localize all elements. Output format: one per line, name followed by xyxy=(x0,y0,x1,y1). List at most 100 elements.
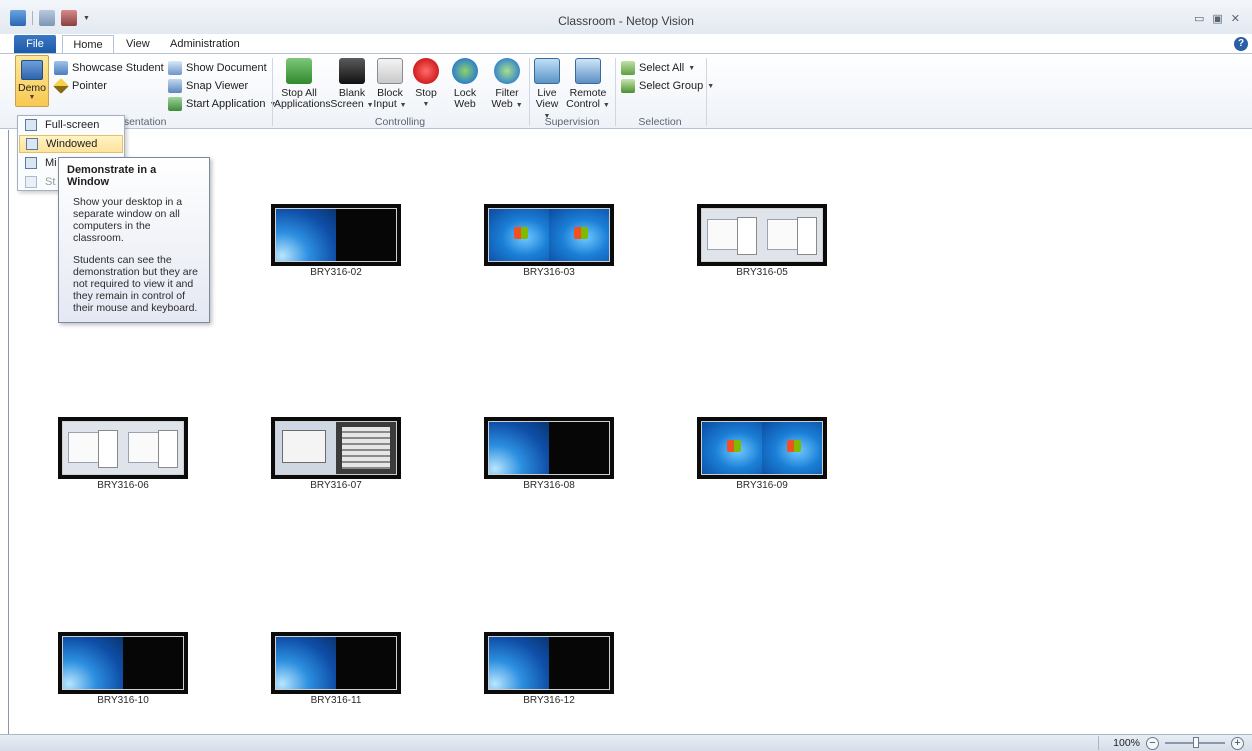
status-separator xyxy=(1098,736,1100,750)
computer-screen-thumbnail[interactable] xyxy=(271,417,401,479)
stop-all-label-2: Applications xyxy=(274,98,331,110)
filter-web-button[interactable]: Filter Web ▼ xyxy=(490,58,524,111)
computer-tile[interactable]: BRY316-03 xyxy=(484,204,614,278)
zoom-level[interactable]: 100% xyxy=(1113,737,1140,749)
demo-monitor-icon xyxy=(21,60,43,80)
ribbon: Showcase Student ▼ Pointer Show Document… xyxy=(0,53,1252,129)
remote-control-icon xyxy=(575,58,601,84)
computer-name: BRY316-09 xyxy=(736,480,788,491)
help-icon[interactable]: ? xyxy=(1234,37,1248,51)
tab-file[interactable]: File xyxy=(14,35,56,53)
windowed-icon xyxy=(26,138,38,150)
netop-vision-window: ▼ Classroom - Netop Vision ▭ ▣ ✕ File Ho… xyxy=(0,0,1252,751)
restore-icon[interactable]: ▣ xyxy=(1212,12,1222,25)
computer-tile[interactable]: BRY316-07 xyxy=(271,417,401,491)
computer-screen-thumbnail[interactable] xyxy=(484,417,614,479)
ribbon-tabs: File Home View Administration xyxy=(0,35,1252,53)
computer-name: BRY316-10 xyxy=(97,695,149,706)
stop-icon xyxy=(413,58,439,84)
computer-tile[interactable]: BRY316-06 xyxy=(58,417,188,491)
blank-screen-button[interactable]: Blank Screen ▼ xyxy=(330,58,374,111)
pointer-button[interactable]: Pointer xyxy=(53,78,107,94)
title-bar: ▼ Classroom - Netop Vision ▭ ▣ ✕ xyxy=(0,0,1252,34)
computer-screen-thumbnail[interactable] xyxy=(271,204,401,266)
menu-item-label: Mi xyxy=(45,157,57,169)
stop-all-applications-icon xyxy=(286,58,312,84)
start-application-label: Start Application xyxy=(186,98,266,110)
start-application-button[interactable]: Start Application ▼ xyxy=(168,96,276,112)
show-document-icon xyxy=(168,61,182,75)
computer-tile[interactable]: BRY316-08 xyxy=(484,417,614,491)
computer-name: BRY316-05 xyxy=(736,267,788,278)
group-label-controlling: Controlling xyxy=(374,116,426,128)
block-input-button[interactable]: Block Input ▼ xyxy=(372,58,408,111)
live-view-icon xyxy=(534,58,560,84)
computer-name: BRY316-07 xyxy=(310,480,362,491)
window-controls: ▭ ▣ ✕ xyxy=(1194,12,1240,25)
computer-name: BRY316-03 xyxy=(523,267,575,278)
close-icon[interactable]: ✕ xyxy=(1231,12,1240,25)
group-separator xyxy=(272,58,273,126)
show-document-label: Show Document xyxy=(186,62,267,74)
group-separator xyxy=(706,58,707,126)
stop-button[interactable]: Stop ▼ xyxy=(412,58,440,110)
chevron-down-icon: ▼ xyxy=(707,82,715,90)
zoom-slider[interactable] xyxy=(1165,737,1225,748)
lock-keyboard-icon xyxy=(377,58,403,84)
demo-button[interactable]: Demo ▼ xyxy=(15,55,49,107)
zoom-out-icon[interactable]: − xyxy=(1146,736,1159,750)
computer-tile[interactable]: BRY316-05 xyxy=(697,204,827,278)
computer-screen-thumbnail[interactable] xyxy=(58,632,188,694)
snap-viewer-icon xyxy=(168,79,182,93)
menu-item-windowed[interactable]: Windowed xyxy=(19,135,123,153)
group-separator xyxy=(529,58,530,126)
select-group-icon xyxy=(621,79,635,93)
live-view-button[interactable]: Live View ▼ xyxy=(532,58,562,122)
computer-tile[interactable]: BRY316-11 xyxy=(271,632,401,706)
computer-name: BRY316-12 xyxy=(523,695,575,706)
blank-screen-icon xyxy=(339,58,365,84)
tooltip-paragraph: Students can see the demonstration but t… xyxy=(73,254,198,314)
tooltip-paragraph: Show your desktop in a separate window o… xyxy=(73,196,183,244)
zoom-control: 100% − + xyxy=(1098,736,1244,750)
chevron-down-icon: ▼ xyxy=(422,101,430,108)
computer-tile[interactable]: BRY316-10 xyxy=(58,632,188,706)
minimize-icon[interactable]: ▭ xyxy=(1194,12,1204,25)
computer-screen-thumbnail[interactable] xyxy=(697,204,827,266)
filter-web-label-2: Web xyxy=(491,98,513,110)
select-all-button[interactable]: Select All ▼ xyxy=(621,60,695,76)
computer-screen-thumbnail[interactable] xyxy=(58,417,188,479)
window-title: Classroom - Netop Vision xyxy=(558,14,694,28)
zoom-in-icon[interactable]: + xyxy=(1231,736,1244,750)
lock-web-label-2: Web xyxy=(454,98,476,110)
showcase-student-button[interactable]: Showcase Student ▼ xyxy=(54,60,175,76)
computer-screen-thumbnail[interactable] xyxy=(484,632,614,694)
snap-viewer-button[interactable]: Snap Viewer xyxy=(168,78,248,94)
remote-control-label-2: Control xyxy=(566,98,600,110)
chevron-down-icon: ▼ xyxy=(28,94,36,101)
select-all-label: Select All xyxy=(639,62,685,74)
select-group-button[interactable]: Select Group ▼ xyxy=(621,78,714,94)
computer-screen-thumbnail[interactable] xyxy=(484,204,614,266)
computer-screen-thumbnail[interactable] xyxy=(271,632,401,694)
zoom-slider-thumb[interactable] xyxy=(1193,737,1199,748)
showcase-student-label: Showcase Student xyxy=(72,62,164,74)
tab-administration[interactable]: Administration xyxy=(162,35,248,53)
stop-label: Stop xyxy=(415,87,437,99)
menu-item-label: Full-screen xyxy=(45,119,100,131)
tab-view[interactable]: View xyxy=(118,35,158,53)
group-label-supervision: Supervision xyxy=(544,116,600,128)
computer-tile[interactable]: BRY316-12 xyxy=(484,632,614,706)
lock-web-button[interactable]: Lock Web xyxy=(450,58,480,110)
stop-all-applications-button[interactable]: Stop All Applications xyxy=(274,58,331,110)
tab-home[interactable]: Home xyxy=(62,35,114,53)
remote-control-button[interactable]: Remote Control ▼ xyxy=(566,58,610,111)
lock-web-icon xyxy=(452,58,478,84)
full-screen-icon xyxy=(25,119,37,131)
show-document-button[interactable]: Show Document xyxy=(168,60,267,76)
computer-tile[interactable]: BRY316-09 xyxy=(697,417,827,491)
menu-item-full-screen[interactable]: Full-screen xyxy=(19,116,123,134)
group-label-selection: Selection xyxy=(638,116,682,128)
computer-tile[interactable]: BRY316-02 xyxy=(271,204,401,278)
computer-screen-thumbnail[interactable] xyxy=(697,417,827,479)
